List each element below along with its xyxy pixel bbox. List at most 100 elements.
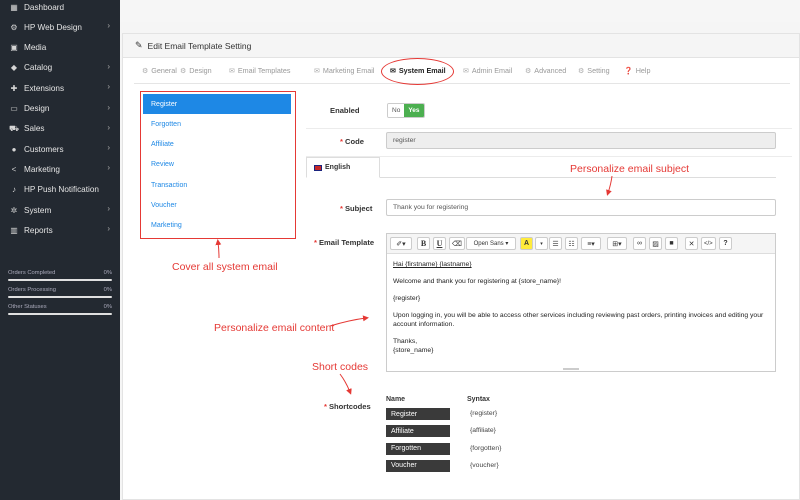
- eraser-icon[interactable]: ⌫: [449, 237, 465, 250]
- code-field[interactable]: register: [386, 132, 776, 149]
- divider: [306, 128, 792, 129]
- tab-label: Design: [189, 66, 212, 75]
- sidebar-item-label: Media: [24, 43, 47, 53]
- stat-progress-bar: [8, 296, 112, 298]
- tab-general[interactable]: ⚙ General: [142, 66, 177, 75]
- chevron-right-icon: ›: [107, 61, 110, 71]
- tab-marketing-email[interactable]: ✉ Marketing Email: [314, 66, 374, 75]
- help-icon[interactable]: ?: [719, 237, 732, 250]
- tab-label: Admin Email: [471, 66, 513, 75]
- editor-line-store: {store_name}: [393, 347, 434, 354]
- tab-label: General: [151, 66, 177, 75]
- sidebar-item-customers[interactable]: ● Customers ›: [0, 139, 120, 159]
- image-icon[interactable]: ▨: [649, 237, 662, 250]
- video-icon[interactable]: ■: [665, 237, 678, 250]
- puzzle-icon: ✚: [10, 83, 18, 93]
- email-list-item-affiliate[interactable]: Affiliate: [143, 135, 291, 155]
- align-icon[interactable]: ≡▾: [581, 237, 601, 250]
- sidebar-item-label: HP Push Notification: [24, 185, 99, 195]
- chevron-right-icon: ›: [107, 204, 110, 213]
- order-stat: Orders Completed 0%: [8, 268, 112, 285]
- gear-icon: ✲: [10, 205, 18, 215]
- sidebar-item-system[interactable]: ✲ System ›: [0, 200, 120, 220]
- sidebar-item-extensions[interactable]: ✚ Extensions ›: [0, 78, 120, 98]
- order-stat: Orders Processing 0%: [8, 285, 112, 302]
- editor-content[interactable]: Hai {firstname} {lastname} Welcome and t…: [387, 254, 775, 361]
- system-email-tab-highlight: [381, 58, 454, 85]
- panel-title: Edit Email Template Setting: [147, 40, 252, 51]
- tab-advanced[interactable]: ⚙ Advanced: [525, 66, 566, 75]
- email-list-item-marketing[interactable]: Marketing: [143, 216, 291, 236]
- annotation-subject: Personalize email subject: [570, 163, 690, 175]
- tag-icon: ◆: [10, 63, 18, 73]
- chevron-right-icon: ›: [107, 82, 110, 92]
- uk-flag-icon: [314, 164, 322, 171]
- dashboard-icon: ▦: [10, 2, 18, 12]
- editor-line-login: Upon logging in, you will be able to acc…: [393, 312, 764, 328]
- tab-label: Marketing Email: [322, 66, 375, 75]
- envelope-icon: ✉: [463, 67, 469, 75]
- stat-percent: 0%: [103, 270, 112, 276]
- enabled-toggle[interactable]: No Yes: [387, 103, 425, 118]
- bar-chart-icon: ▥: [10, 225, 18, 235]
- sidebar-item-design[interactable]: ▭ Design ›: [0, 99, 120, 119]
- envelope-icon: ✉: [314, 67, 320, 75]
- image-icon: ▣: [10, 43, 18, 53]
- tab-english[interactable]: English: [306, 157, 380, 178]
- sidebar-item-hp-web-design[interactable]: ⚙ HP Web Design ›: [0, 17, 120, 37]
- email-list-item-register[interactable]: Register: [143, 94, 291, 114]
- email-list-item-review[interactable]: Review: [143, 155, 291, 175]
- ordered-list-icon[interactable]: ☷: [565, 237, 578, 250]
- sidebar-item-sales[interactable]: ⛟ Sales ›: [0, 119, 120, 139]
- sidebar-item-dashboard[interactable]: ▦ Dashboard: [0, 0, 120, 17]
- sidebar-item-label: Marketing: [24, 164, 60, 174]
- stat-percent: 0%: [103, 304, 112, 310]
- sidebar: ▦ Dashboard ⚙ HP Web Design › ▣ Media ◆ Catalog ›…: [0, 0, 120, 500]
- shortcode-syntax: {affiliate}: [470, 427, 496, 435]
- sidebar-item-marketing[interactable]: < Marketing ›: [0, 159, 120, 179]
- font-family-select[interactable]: Open Sans ▾: [466, 237, 516, 250]
- email-list-item-transaction[interactable]: Transaction: [143, 175, 291, 195]
- email-list-item-voucher[interactable]: Voucher: [143, 196, 291, 216]
- email-list-item-forgotten[interactable]: Forgotten: [143, 114, 291, 134]
- tab-help[interactable]: ❓ Help: [624, 66, 651, 75]
- text-color-button[interactable]: A: [520, 237, 533, 250]
- tab-email-templates[interactable]: ✉ Email Templates: [229, 66, 290, 75]
- pencil-icon: ✎: [135, 40, 143, 50]
- tab-admin-email[interactable]: ✉ Admin Email: [463, 66, 512, 75]
- fullscreen-icon[interactable]: ✕: [685, 237, 698, 250]
- subject-input[interactable]: Thank you for registering: [386, 199, 776, 216]
- magic-wand-icon[interactable]: ✐▾: [390, 237, 412, 250]
- shortcodes-label: * Shortcodes: [324, 402, 371, 411]
- sidebar-item-media[interactable]: ▣ Media: [0, 38, 120, 58]
- sidebar-item-catalog[interactable]: ◆ Catalog ›: [0, 58, 120, 78]
- tab-design[interactable]: ⚙ Design: [180, 66, 212, 75]
- annotation-system-email: Cover all system email: [172, 261, 278, 273]
- stat-percent: 0%: [103, 287, 112, 293]
- shortcode-name-badge: Forgotten: [386, 442, 450, 455]
- bold-button[interactable]: B: [417, 237, 430, 250]
- code-view-icon[interactable]: </>: [701, 237, 716, 250]
- shortcode-name-badge: Register: [386, 408, 450, 420]
- code-label: * Code: [340, 137, 364, 146]
- toggle-yes[interactable]: Yes: [404, 104, 424, 117]
- tab-label: Advanced: [534, 66, 567, 75]
- link-icon[interactable]: ∞: [633, 237, 646, 250]
- underline-button[interactable]: U: [433, 237, 446, 250]
- chevron-right-icon: ›: [107, 224, 110, 234]
- color-dropdown-icon[interactable]: ▾: [535, 237, 548, 250]
- chevron-right-icon: ›: [107, 102, 110, 112]
- panel-heading: ✎ Edit Email Template Setting: [123, 34, 799, 58]
- sidebar-item-label: Sales: [24, 124, 45, 134]
- toggle-no[interactable]: No: [388, 104, 405, 117]
- sidebar-item-label: Dashboard: [24, 2, 65, 12]
- editor-resize-handle[interactable]: [563, 368, 579, 370]
- editor-line-greeting: Hai {firstname} {lastname}: [393, 261, 472, 268]
- sidebar-item-hp-push-notification[interactable]: ♪ HP Push Notification: [0, 180, 120, 200]
- unordered-list-icon[interactable]: ☰: [549, 237, 562, 250]
- tab-setting[interactable]: ⚙ Setting: [578, 66, 610, 75]
- email-template-editor[interactable]: ✐▾ B U ⌫ Open Sans ▾ A ▾ ☰ ☷ ≡▾ ⊞▾ ∞ ▨ ■…: [386, 233, 776, 372]
- table-icon[interactable]: ⊞▾: [607, 237, 627, 250]
- sidebar-item-reports[interactable]: ▥ Reports ›: [0, 220, 120, 240]
- sidebar-item-label: Customers: [24, 144, 64, 154]
